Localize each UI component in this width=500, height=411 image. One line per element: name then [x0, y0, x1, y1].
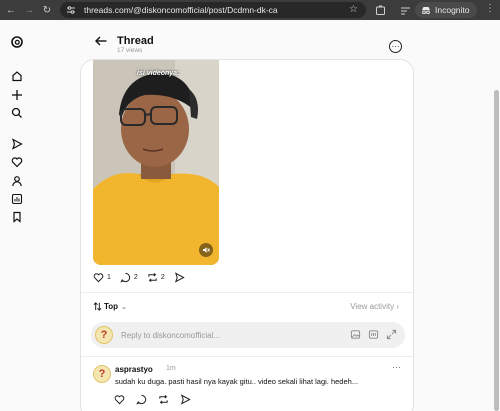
heart-icon[interactable]	[11, 156, 23, 168]
mute-icon[interactable]	[199, 243, 213, 257]
reload-icon[interactable]: ↻	[38, 0, 56, 20]
comment-repost-icon[interactable]	[157, 393, 169, 405]
comment-icon	[120, 272, 131, 283]
page-scrollbar[interactable]	[494, 90, 499, 411]
address-bar[interactable]: threads.com/@diskoncomofficial/post/Dcdm…	[60, 2, 366, 18]
repost-count: 2	[160, 274, 165, 281]
comment-more-icon[interactable]: ···	[392, 362, 401, 372]
bookmark-star-icon[interactable]: ☆	[349, 4, 358, 15]
back-icon[interactable]: ←	[2, 0, 20, 20]
repost-button[interactable]: 2	[147, 272, 165, 283]
chevron-down-icon: ⌄	[121, 303, 127, 311]
reply-composer[interactable]: ? Reply to diskoncomofficial...	[91, 322, 405, 348]
comment-button[interactable]: 2	[120, 272, 138, 283]
video-caption: isi videonya:	[137, 70, 180, 77]
thread-card: isi videonya: 1 2 2 Top ⌄ View activity …	[80, 59, 414, 411]
more-options-icon[interactable]: ···	[389, 40, 402, 53]
repost-icon	[148, 272, 157, 283]
post-actions: 1 2 2	[93, 272, 194, 283]
send-icon[interactable]	[11, 138, 23, 150]
forward-icon[interactable]: →	[20, 0, 38, 20]
tab-search-icon[interactable]	[398, 3, 412, 17]
page-title: Thread	[117, 35, 154, 47]
divider	[81, 292, 413, 293]
incognito-icon	[422, 7, 430, 14]
profile-icon[interactable]	[11, 175, 23, 187]
sort-label: Top	[104, 302, 119, 311]
sort-dropdown[interactable]: Top ⌄	[93, 302, 127, 311]
back-arrow-icon[interactable]	[94, 34, 108, 48]
site-settings-icon[interactable]	[66, 5, 76, 15]
reply-input[interactable]: Reply to diskoncomofficial...	[121, 331, 220, 340]
saved-bookmark-icon[interactable]	[11, 211, 23, 223]
create-plus-icon[interactable]	[11, 89, 23, 101]
comment-share-icon[interactable]	[179, 393, 191, 405]
send-icon	[174, 272, 185, 283]
chevron-right-icon: ›	[396, 302, 399, 311]
browser-menu-icon[interactable]: ⋮	[485, 3, 495, 14]
video-frame	[93, 60, 219, 265]
share-button[interactable]	[174, 272, 185, 283]
url-text: threads.com/@diskoncomofficial/post/Dcdm…	[84, 5, 278, 15]
post-video[interactable]: isi videonya:	[93, 60, 219, 265]
heart-icon	[93, 273, 104, 283]
comment-reply-icon[interactable]	[135, 393, 147, 405]
divider	[81, 356, 413, 357]
like-button[interactable]: 1	[93, 272, 111, 283]
incognito-badge[interactable]: Incognito	[415, 2, 477, 18]
search-icon[interactable]	[11, 107, 23, 119]
avatar: ?	[95, 326, 113, 344]
comment-time: 1m	[166, 365, 176, 372]
home-icon[interactable]	[11, 70, 23, 82]
comment-count: 2	[133, 274, 138, 281]
commenter-username[interactable]: asprastyo	[115, 365, 153, 374]
view-count: 17 views	[117, 47, 143, 54]
view-activity-label: View activity	[350, 302, 395, 311]
threads-logo-icon[interactable]	[11, 36, 23, 48]
gif-icon[interactable]	[367, 328, 379, 340]
sort-icon	[93, 302, 102, 311]
sidebar-nav	[0, 20, 34, 411]
comment-like-icon[interactable]	[113, 393, 125, 405]
insights-icon[interactable]	[11, 193, 23, 205]
comment-actions	[113, 393, 201, 405]
expand-icon[interactable]	[385, 328, 397, 340]
like-count: 1	[107, 274, 111, 281]
comment-text: sudah ku duga. pasti hasil nya kayak git…	[115, 377, 359, 386]
view-activity-link[interactable]: View activity ›	[350, 302, 399, 311]
incognito-label: Incognito	[435, 5, 470, 15]
browser-toolbar: ← → ↻ threads.com/@diskoncomofficial/pos…	[0, 0, 500, 20]
commenter-avatar[interactable]: ?	[93, 365, 111, 383]
image-upload-icon[interactable]	[349, 328, 361, 340]
extensions-icon[interactable]	[373, 3, 387, 17]
